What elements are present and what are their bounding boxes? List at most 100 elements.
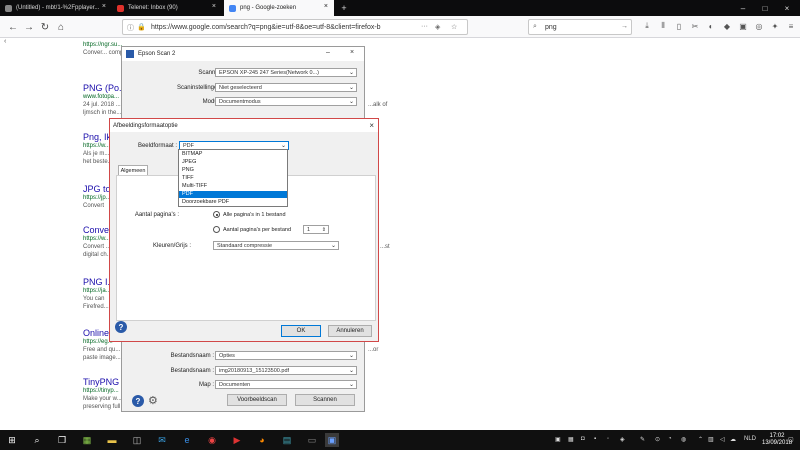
scan-settings-select[interactable]: Niet geselecteerd ⌄	[215, 83, 357, 92]
tray-icon[interactable]: ▪	[594, 436, 596, 442]
chevron-up-icon[interactable]: ⌃	[698, 436, 703, 443]
close-icon[interactable]: ×	[212, 3, 216, 10]
minimize-button[interactable]: –	[326, 49, 330, 56]
tray-icon[interactable]: ▦	[568, 436, 574, 443]
result-url[interactable]: https://w...	[83, 236, 110, 242]
close-icon[interactable]: ×	[102, 3, 106, 10]
windows-start-icon[interactable]: ⊞	[5, 433, 19, 447]
result-url[interactable]: https://ja...	[83, 288, 111, 294]
result-url[interactable]: https://jp...	[83, 195, 111, 201]
app-icon[interactable]: ▦	[80, 433, 94, 447]
compression-select[interactable]: Standaard compressie ⌄	[213, 241, 339, 250]
window-close-button[interactable]: ×	[350, 49, 354, 56]
help-icon[interactable]: ?	[132, 395, 144, 407]
gear-icon[interactable]: ⚙	[148, 394, 158, 407]
extension-icon[interactable]: ◆	[721, 20, 733, 32]
tray-icon[interactable]: ◘	[581, 436, 585, 442]
go-arrow-icon[interactable]: →	[621, 23, 628, 30]
back-button[interactable]: ←	[6, 20, 20, 34]
chrome-icon[interactable]: ◉	[205, 433, 219, 447]
close-icon[interactable]: ×	[369, 121, 374, 130]
result-title[interactable]: Online	[83, 328, 109, 338]
result-url[interactable]: https://ngr.su...	[83, 42, 122, 48]
all-pages-radio[interactable]	[213, 211, 220, 218]
extension-icon[interactable]: ✦	[769, 20, 781, 32]
window-close-button[interactable]: ×	[776, 0, 798, 16]
result-title[interactable]: PNG (Po...	[83, 83, 127, 93]
tray-icon[interactable]: ◔	[668, 436, 672, 442]
filename-options-select[interactable]: Opties ⌄	[215, 351, 357, 360]
store-icon[interactable]: ◫	[130, 433, 144, 447]
tray-icon[interactable]: ▣	[555, 436, 561, 443]
ok-button[interactable]: OK	[281, 325, 321, 337]
dialog-title-bar[interactable]: Afbeeldingsformaatoptie ×	[110, 119, 378, 132]
result-title[interactable]: JPG to	[83, 184, 111, 194]
download-icon[interactable]: ⤓	[641, 20, 653, 32]
close-icon[interactable]: ×	[324, 3, 328, 10]
tab-untitled[interactable]: (Untitled) - mbt/1-%2Fpplayer... ×	[0, 0, 112, 16]
format-option[interactable]: JPEG	[179, 159, 287, 166]
new-tab-button[interactable]: +	[336, 0, 352, 16]
pocket-icon[interactable]: ◈	[435, 23, 440, 31]
back-arrow-icon[interactable]: ‹	[4, 38, 6, 45]
mail-icon[interactable]: ✉	[155, 433, 169, 447]
extension-icon[interactable]: ◐	[705, 20, 717, 32]
cancel-button[interactable]: Annuleren	[328, 325, 372, 337]
firefox-icon[interactable]: ◕	[255, 433, 269, 447]
edge-icon[interactable]: e	[180, 433, 194, 447]
tab-general[interactable]: Algemeen	[118, 165, 148, 175]
scan-button[interactable]: Scannen	[295, 394, 355, 406]
pages-per-file-stepper[interactable]: 1 ⇕	[303, 225, 329, 234]
format-option-selected[interactable]: PDF	[179, 191, 287, 198]
tray-icon[interactable]: ◦	[607, 436, 609, 442]
pages-per-file-radio[interactable]	[213, 226, 220, 233]
format-option[interactable]: Doorzoekbare PDF	[179, 199, 287, 206]
more-icon[interactable]: ···	[421, 23, 428, 30]
extension-icon[interactable]: ◎	[753, 20, 765, 32]
extension-icon[interactable]: ▣	[737, 20, 749, 32]
url-bar[interactable]: ⓘ 🔒 https://www.google.com/search?q=png&…	[122, 19, 468, 35]
result-title[interactable]: TinyPNG	[83, 377, 119, 387]
filename-select[interactable]: img20180913_15123500.pdf ⌄	[215, 366, 357, 375]
preview-scan-button[interactable]: Voorbeeldscan	[227, 394, 287, 406]
epson-title-bar[interactable]: Epson Scan 2 – ×	[122, 47, 364, 61]
search-icon[interactable]: ⌕	[30, 433, 44, 447]
tray-icon[interactable]: ◈	[620, 436, 625, 443]
app-icon[interactable]: ▤	[280, 433, 294, 447]
forward-button[interactable]: →	[22, 20, 36, 34]
tray-icon[interactable]: ◍	[681, 436, 686, 443]
folder-icon[interactable]: ▬	[105, 433, 119, 447]
format-option[interactable]: BITMAP	[179, 151, 287, 158]
notification-icon[interactable]: ▢	[788, 436, 794, 443]
tab-telenet[interactable]: Telenet: Inbox (90) ×	[112, 0, 222, 16]
onedrive-icon[interactable]: ☁	[730, 436, 736, 443]
screenshot-icon[interactable]: ✂	[689, 20, 701, 32]
tray-icon[interactable]: ⊙	[655, 436, 660, 443]
tray-icon[interactable]: ✎	[640, 436, 645, 443]
home-button[interactable]: ⌂	[54, 20, 68, 34]
app-icon[interactable]: ▭	[305, 433, 319, 447]
sidebar-icon[interactable]: ▯	[673, 20, 685, 32]
volume-icon[interactable]: ◁	[720, 436, 725, 443]
reload-button[interactable]: ↻	[38, 20, 52, 34]
bookmark-star-icon[interactable]: ☆	[451, 23, 457, 31]
language-indicator[interactable]: NLD	[744, 436, 756, 442]
maximize-button[interactable]: □	[754, 0, 776, 16]
help-icon[interactable]: ?	[115, 321, 127, 333]
format-option[interactable]: TIFF	[179, 175, 287, 182]
minimize-button[interactable]: –	[732, 0, 754, 16]
folder-select[interactable]: Documenten ⌄	[215, 380, 357, 389]
media-icon[interactable]: ▶	[230, 433, 244, 447]
mode-select[interactable]: Documentmodus ⌄	[215, 97, 357, 106]
menu-icon[interactable]: ≡	[785, 20, 797, 32]
network-icon[interactable]: ▥	[708, 436, 714, 443]
tab-google[interactable]: png - Google-zoeken ×	[224, 0, 334, 16]
library-icon[interactable]: ⫴	[657, 20, 669, 32]
scanner-select[interactable]: EPSON XP-245 247 Series(Network 0...) ⌄	[215, 68, 357, 77]
task-view-icon[interactable]: ❐	[55, 433, 69, 447]
result-url[interactable]: www.fotopa...	[83, 94, 119, 100]
format-option[interactable]: Multi-TIFF	[179, 183, 287, 190]
epson-scan-taskbar-icon[interactable]: ▣	[325, 433, 339, 447]
search-input[interactable]: ⌕ png →	[528, 19, 632, 35]
result-url[interactable]: https://tinyp...	[83, 388, 119, 394]
